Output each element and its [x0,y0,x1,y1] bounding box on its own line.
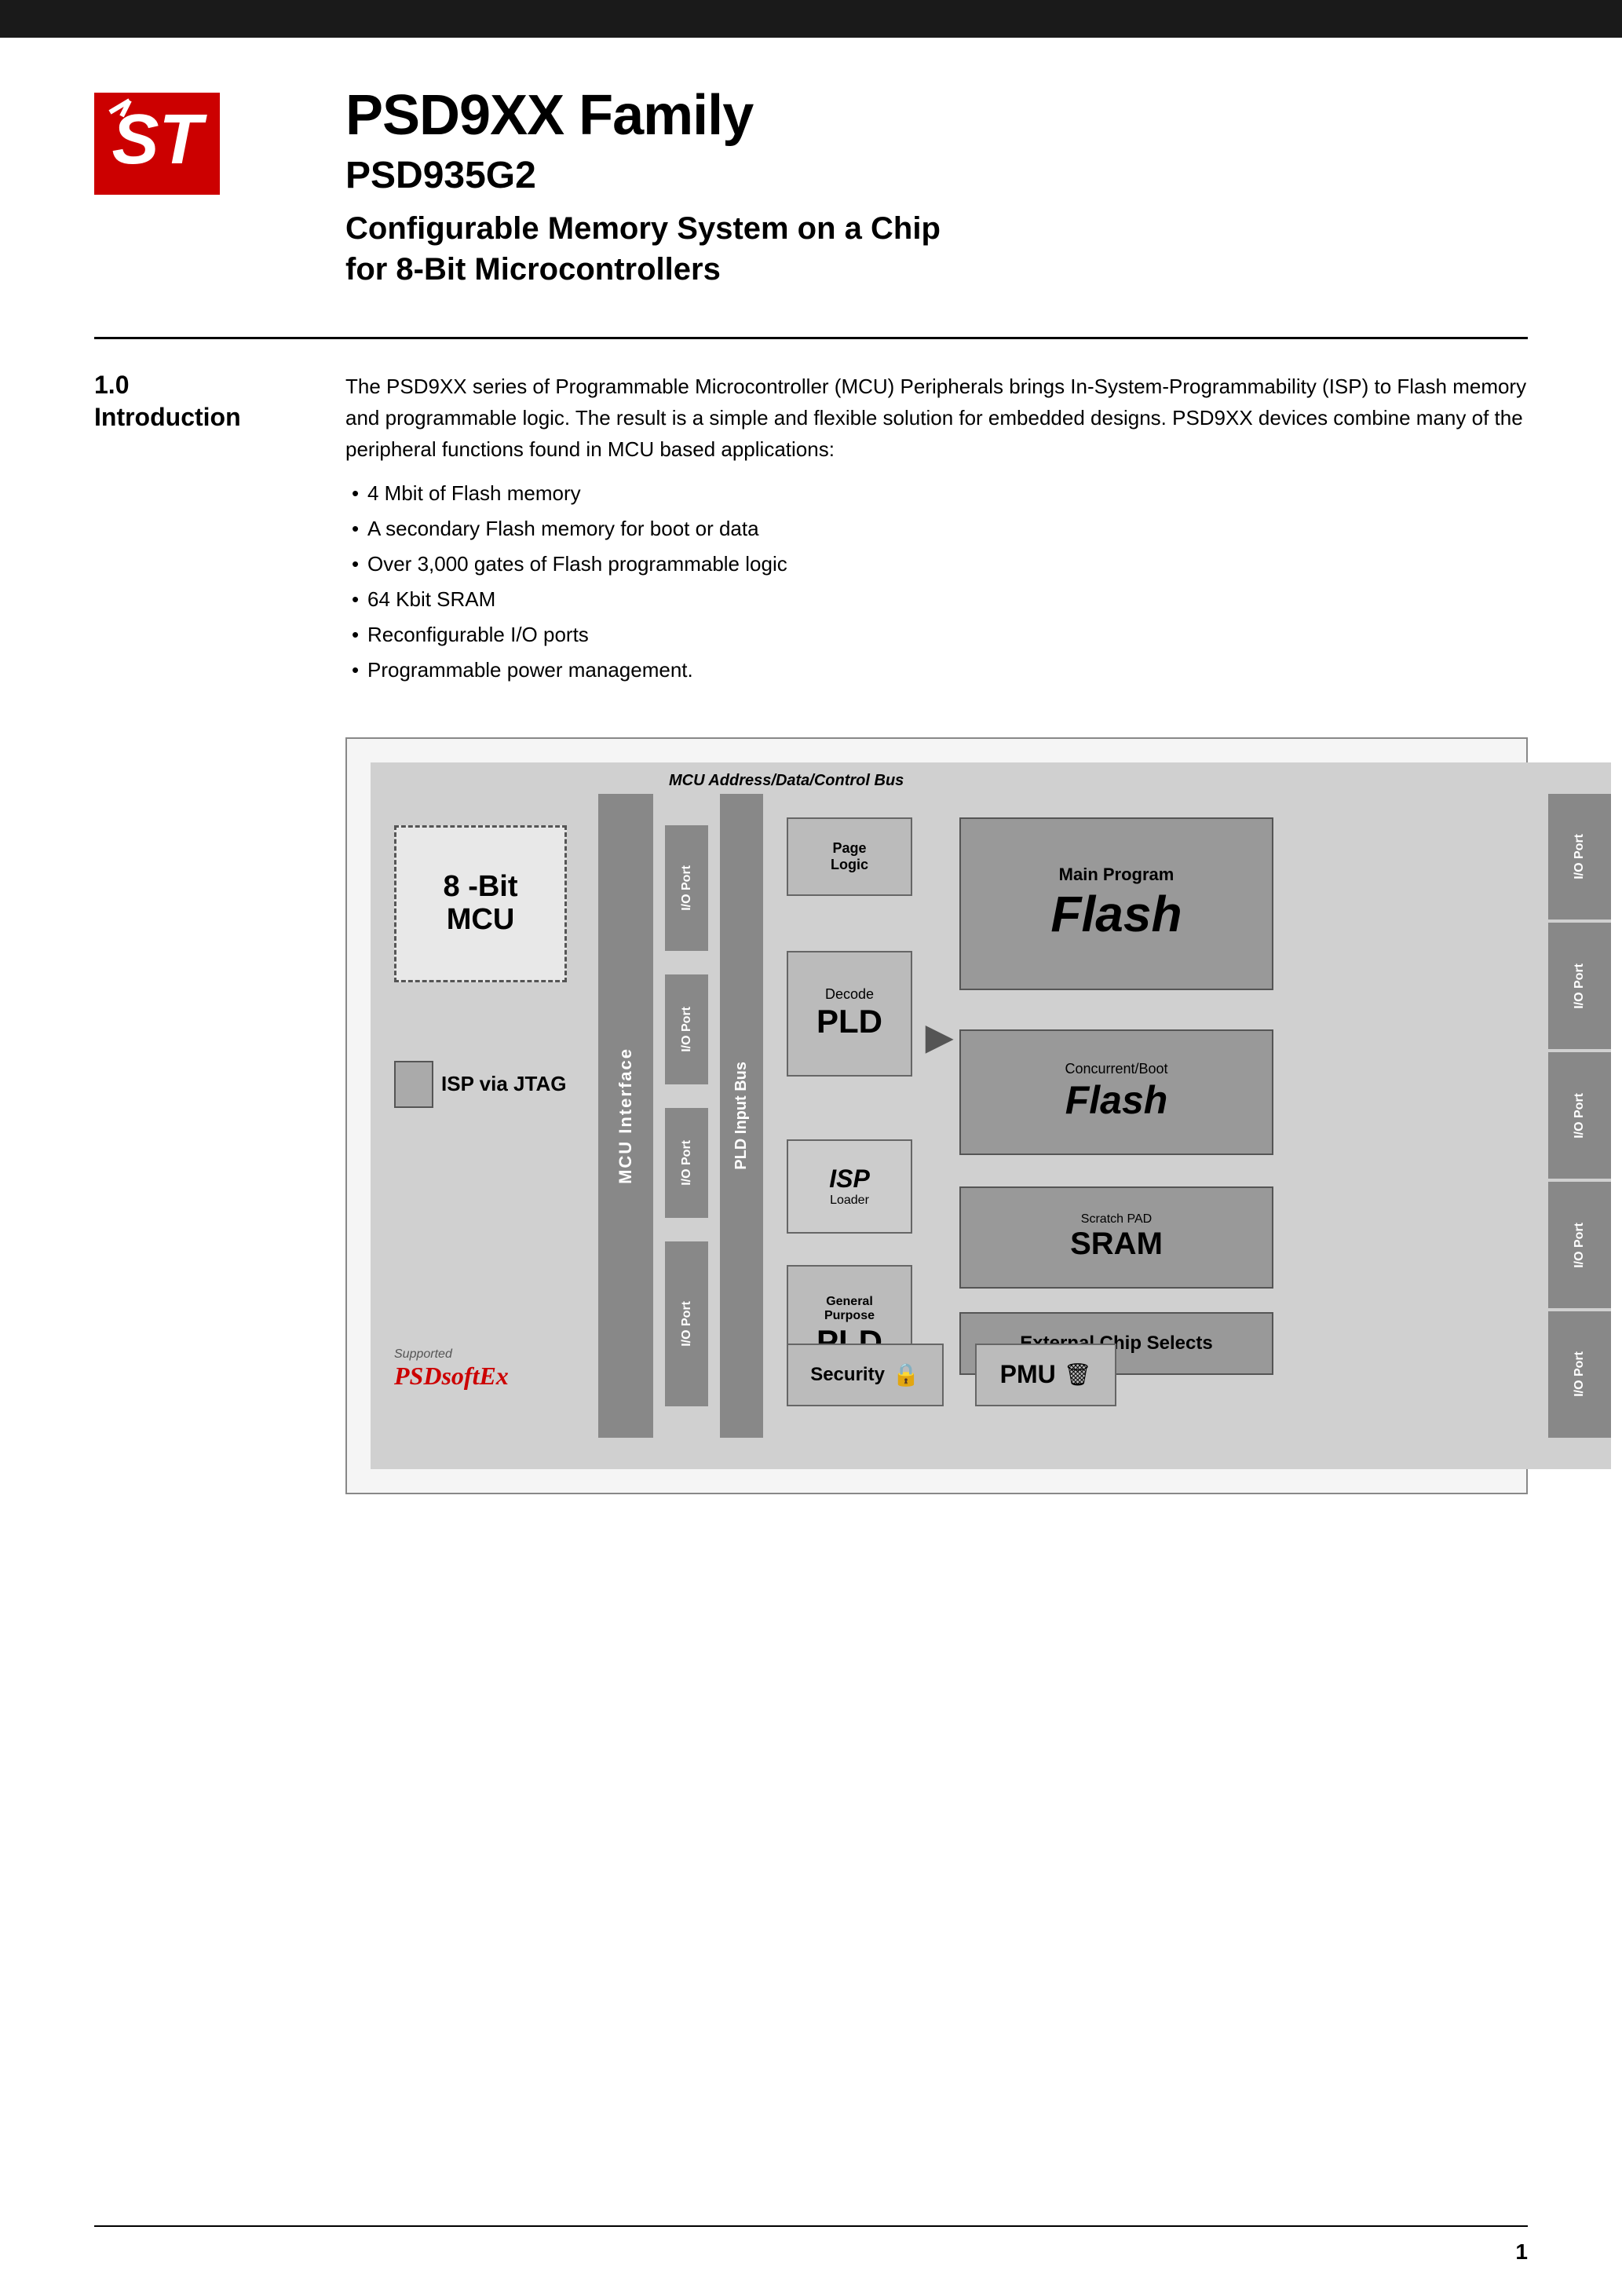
io-port-left-2: I/O Port [665,974,708,1084]
pmu-icon: 🗑 [1064,1362,1092,1387]
io-port-right-5: I/O Port [1548,1311,1611,1438]
io-port-left-3: I/O Port [665,1108,708,1218]
main-program-label: Main Program [1059,865,1174,885]
isp-jtag-label: ISP via JTAG [441,1072,566,1096]
boot-flash-block: Concurrent/Boot Flash [959,1029,1273,1155]
product-family: PSD9XX Family [345,85,1528,147]
header-section: ST PSD9XX Family PSD935G2 Configurable M… [94,85,1528,290]
bullet-list: 4 Mbit of Flash memory A secondary Flash… [345,478,1528,686]
supported-label: Supported [394,1347,567,1362]
io-port-right-label-1: I/O Port [1573,834,1587,879]
io-ports-right: I/O Port I/O Port I/O Port I/O Port I/O … [1548,794,1611,1438]
mcu-interface-label: MCU Interface [616,1047,636,1184]
io-port-right-label-4: I/O Port [1573,1223,1587,1268]
io-port-right-label-5: I/O Port [1573,1351,1587,1397]
top-bar [0,0,1622,38]
decode-pld-block: Decode PLD [787,951,912,1077]
mcu-block: 8 -Bit MCU [394,825,567,982]
title-area: PSD9XX Family PSD935G2 Configurable Memo… [345,85,1528,290]
st-logo: ST [94,93,220,195]
main-program-flash-block: Main Program Flash [959,817,1273,990]
io-port-right-1: I/O Port [1548,794,1611,920]
bullet-item: 64 Kbit SRAM [345,584,1528,615]
boot-flash-label: Flash [1065,1077,1168,1123]
psd-soft-logo: PSDsoftEx [394,1362,567,1391]
isp-chip-icon [394,1061,433,1108]
io-port-label-3: I/O Port [680,1140,694,1186]
bullet-item: Over 3,000 gates of Flash programmable l… [345,549,1528,579]
pld-input-bus-label: PLD Input Bus [732,1062,751,1170]
loader-label: Loader [830,1194,869,1208]
isp-loader-block: ISP Loader [787,1139,912,1234]
io-port-right-2: I/O Port [1548,923,1611,1049]
page-footer: 1 [94,2225,1528,2265]
io-port-label-1: I/O Port [680,865,694,911]
bus-label: MCU Address/Data/Control Bus [669,772,904,790]
block-diagram-container: MCU Address/Data/Control Bus 8 -Bit MCU … [345,737,1528,1494]
section-divider [94,337,1528,339]
io-port-label-2: I/O Port [680,1007,694,1052]
mcu-label: 8 -Bit MCU [444,871,518,937]
section-title: Introduction [94,403,298,432]
pld-input-bus-bar: PLD Input Bus [720,794,763,1438]
introduction-section: 1.0 Introduction The PSD9XX series of Pr… [94,371,1528,690]
bullet-item: A secondary Flash memory for boot or dat… [345,514,1528,544]
intro-body: The PSD9XX series of Programmable Microc… [345,371,1528,466]
page-logic-label: PageLogic [831,840,868,873]
scratch-label: Scratch PAD [1081,1212,1152,1227]
mcu-interface-bar: MCU Interface [598,794,653,1438]
diagram-inner: MCU Address/Data/Control Bus 8 -Bit MCU … [371,762,1611,1469]
main-flash-label: Flash [1050,885,1182,943]
bullet-item: 4 Mbit of Flash memory [345,478,1528,509]
diagram-main-area: PageLogic Decode PLD ► ISP Loader Genera… [779,794,1462,1438]
security-block: Security 🔒 [787,1344,944,1406]
sram-label: SRAM [1070,1227,1163,1262]
bullet-item: Programmable power management. [345,655,1528,686]
lock-icon: 🔒 [893,1362,920,1387]
pld-label: PLD [816,1003,882,1040]
product-number: PSD935G2 [345,153,1528,199]
isp-italic-label: ISP [829,1164,870,1194]
product-description: Configurable Memory System on a Chip for… [345,208,1528,290]
io-port-left-1: I/O Port [665,825,708,951]
page-logic-block: PageLogic [787,817,912,896]
decode-label: Decode [825,986,874,1003]
bullet-item: Reconfigurable I/O ports [345,620,1528,650]
gp-label: GeneralPurpose [824,1295,875,1323]
section-label: 1.0 Introduction [94,371,298,690]
section-content: The PSD9XX series of Programmable Microc… [345,371,1528,690]
concurrent-label: Concurrent/Boot [1065,1061,1167,1077]
pmu-label: PMU [1000,1360,1056,1389]
psd-logo-area: Supported PSDsoftEx [394,1347,567,1391]
security-label: Security [810,1364,885,1386]
io-port-right-4: I/O Port [1548,1182,1611,1308]
logo-area: ST [94,93,220,199]
io-port-right-label-2: I/O Port [1573,963,1587,1009]
section-number: 1.0 [94,371,298,400]
io-port-right-3: I/O Port [1548,1052,1611,1179]
sram-block: Scratch PAD SRAM [959,1186,1273,1289]
arrow-right-icon: ► [916,1010,963,1064]
io-port-left-4: I/O Port [665,1241,708,1406]
io-port-label-4: I/O Port [680,1301,694,1347]
io-port-right-label-3: I/O Port [1573,1093,1587,1139]
pmu-block: PMU 🗑 [975,1344,1116,1406]
isp-jtag-block: ISP via JTAG [394,1061,566,1108]
page-number: 1 [1515,2239,1528,2265]
